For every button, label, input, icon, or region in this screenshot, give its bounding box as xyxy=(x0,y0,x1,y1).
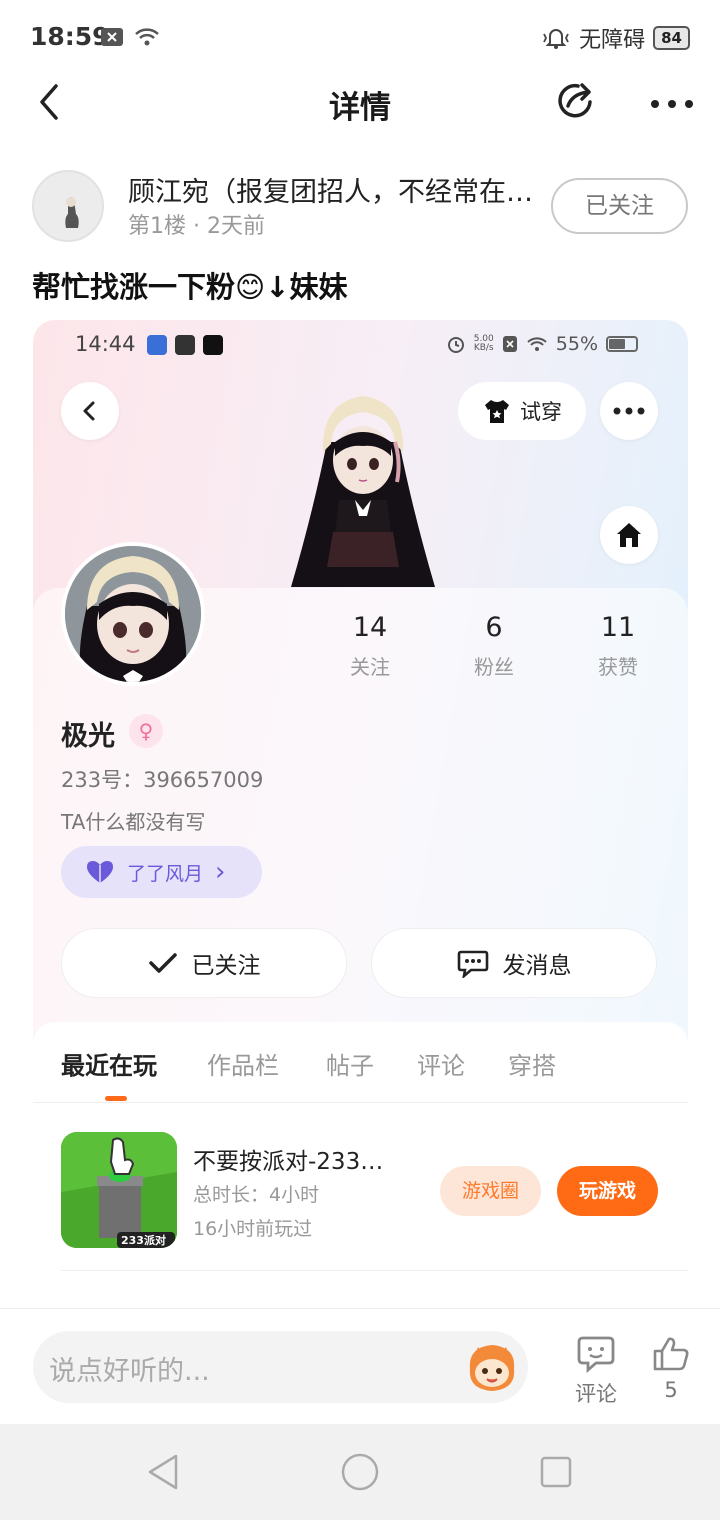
relationship-tag[interactable]: 了了风月 › xyxy=(61,846,262,898)
follow-button[interactable]: 已关注 xyxy=(551,178,688,234)
following-count: 14 xyxy=(352,612,388,643)
try-on-button[interactable]: 试穿 xyxy=(458,382,586,440)
shirt-icon xyxy=(485,400,509,423)
floor-label: 第1楼 xyxy=(128,214,186,239)
comment-icon xyxy=(577,1336,615,1374)
app-notification-icon xyxy=(147,335,167,355)
tiktok-icon xyxy=(203,335,223,355)
image-status-bar: 14:44 5.00 KB/s 55% xyxy=(33,320,688,370)
tab-comments[interactable]: 评论 xyxy=(417,1046,465,1081)
image-back-button[interactable] xyxy=(61,382,119,440)
battery-icon xyxy=(606,336,638,352)
status-bar: 18:59 无障碍 84 xyxy=(0,0,720,74)
battery-icon: 84 xyxy=(653,26,690,50)
post-title: 帮忙找涨一下粉😊↓妹妹 xyxy=(32,270,348,304)
relationship-tag-label: 了了风月 xyxy=(127,862,204,885)
game-icon-badge: 233派对 xyxy=(121,1233,166,1247)
tab-works[interactable]: 作品栏 xyxy=(207,1046,279,1081)
heart-icon xyxy=(87,861,113,883)
system-navigation-bar xyxy=(0,1424,720,1520)
notification-x-icon xyxy=(101,28,123,46)
wifi-icon xyxy=(135,28,159,46)
net-speed-unit: KB/s xyxy=(473,343,494,353)
stat-followers[interactable]: 6 粉丝 xyxy=(444,612,544,680)
send-message-label: 发消息 xyxy=(502,953,572,979)
like-count: 5 xyxy=(664,1378,678,1402)
nav-home-icon[interactable] xyxy=(340,1452,380,1492)
likes-label: 获赞 xyxy=(598,655,638,679)
status-time: 18:59 xyxy=(30,22,110,51)
chevron-right-icon: › xyxy=(215,857,226,887)
page-title: 详情 xyxy=(329,90,391,126)
nav-back-icon[interactable] xyxy=(144,1452,184,1492)
vibrate-icon xyxy=(543,29,569,49)
home-icon xyxy=(617,523,641,547)
back-icon xyxy=(83,401,95,421)
comment-input[interactable]: 说点好听的... xyxy=(33,1331,528,1403)
wifi-icon xyxy=(527,337,547,351)
like-button[interactable]: 5 xyxy=(652,1335,690,1402)
more-options-icon xyxy=(613,407,645,415)
author-avatar[interactable] xyxy=(32,170,104,242)
game-list-item[interactable]: 233派对 不要按派对-233… 总时长：4小时 16小时前玩过 游戏圈 玩游戏 xyxy=(33,1130,688,1270)
game-icon[interactable]: 233派对 xyxy=(61,1132,177,1248)
image-status-time: 14:44 xyxy=(75,332,136,356)
tab-outfits[interactable]: 穿搭 xyxy=(508,1046,556,1081)
stat-likes[interactable]: 11 获赞 xyxy=(568,612,668,680)
comment-label: 评论 xyxy=(575,1382,617,1406)
game-circle-button[interactable]: 游戏圈 xyxy=(440,1166,541,1216)
image-more-button[interactable] xyxy=(600,382,658,440)
top-bar: 详情 xyxy=(0,74,720,130)
likes-count: 11 xyxy=(600,612,636,643)
message-icon xyxy=(457,950,488,978)
followers-label: 粉丝 xyxy=(474,655,514,679)
post-image[interactable]: 14:44 5.00 KB/s 55% 试穿 14 关注 6 粉丝 11 获赞 … xyxy=(33,320,688,1310)
profile-avatar[interactable] xyxy=(61,542,205,686)
tab-posts[interactable]: 帖子 xyxy=(326,1046,374,1081)
thumbs-up-icon xyxy=(653,1337,689,1371)
post-author: 顾江宛（报复团招人，不经常在… 第1楼 · 2天前 已关注 xyxy=(0,160,720,250)
send-message-button[interactable]: 发消息 xyxy=(371,928,657,998)
stat-following[interactable]: 14 关注 xyxy=(320,612,420,680)
accessibility-label: 无障碍 xyxy=(579,28,646,53)
alarm-icon xyxy=(447,337,464,353)
share-icon[interactable] xyxy=(554,78,598,122)
game-playtime: 总时长：4小时 xyxy=(193,1184,320,1206)
notification-x-icon xyxy=(502,336,517,352)
more-options-icon[interactable] xyxy=(648,82,696,122)
mascot-emoji-icon[interactable] xyxy=(464,1339,520,1395)
profile-tabs-area: 最近在玩 作品栏 帖子 评论 穿搭 233派对 不要按派对-233… 总时长：4… xyxy=(33,1022,688,1310)
tab-recently-played[interactable]: 最近在玩 xyxy=(61,1046,157,1081)
battery-percent: 55% xyxy=(555,333,598,355)
character-figure xyxy=(291,396,435,587)
profile-nickname: 极光 xyxy=(61,721,115,752)
try-on-label: 试穿 xyxy=(520,400,562,424)
comment-bar: 说点好听的... 评论 5 xyxy=(0,1308,720,1424)
home-button[interactable] xyxy=(600,506,658,564)
comment-placeholder: 说点好听的... xyxy=(49,1356,210,1387)
following-label: 关注 xyxy=(350,655,390,679)
followers-count: 6 xyxy=(485,612,503,643)
followed-label: 已关注 xyxy=(191,953,261,979)
post-time: 2天前 xyxy=(207,214,265,239)
profile-uid: 233号：396657009 xyxy=(61,768,264,792)
game-title[interactable]: 不要按派对-233… xyxy=(193,1142,383,1176)
nav-recents-icon[interactable] xyxy=(536,1452,576,1492)
row-divider xyxy=(61,1270,688,1271)
play-game-button[interactable]: 玩游戏 xyxy=(557,1166,658,1216)
profile-bio: TA什么都没有写 xyxy=(61,810,206,834)
comment-button[interactable]: 评论 xyxy=(575,1335,617,1408)
game-last-played: 16小时前玩过 xyxy=(193,1218,313,1240)
tabs-divider xyxy=(33,1102,688,1103)
meta-separator: · xyxy=(193,214,200,239)
gallery-notification-icon xyxy=(175,335,195,355)
active-tab-indicator xyxy=(105,1096,127,1101)
female-icon: ♀ xyxy=(129,714,163,748)
followed-button[interactable]: 已关注 xyxy=(61,928,347,998)
check-icon xyxy=(148,953,177,973)
author-name[interactable]: 顾江宛（报复团招人，不经常在… xyxy=(128,170,548,209)
